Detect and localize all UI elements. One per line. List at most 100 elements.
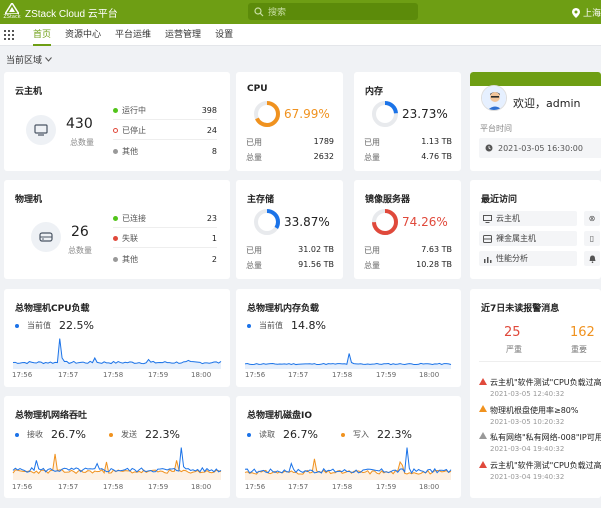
host-stat-connected[interactable]: 已连接 23 xyxy=(113,210,217,228)
status-dot xyxy=(113,216,118,221)
x-tick: 18:00 xyxy=(419,371,440,379)
memory-card-title: 内存 xyxy=(365,87,384,97)
memory-load-series-area xyxy=(245,353,451,369)
vm-stat-other[interactable]: 其他 8 xyxy=(113,142,217,160)
x-tick: 17:56 xyxy=(245,483,266,491)
alert-triangle-icon xyxy=(479,461,487,468)
avatar[interactable] xyxy=(481,85,507,111)
host-stat-disconnected[interactable]: 失联 1 xyxy=(113,230,217,248)
welcome-card: 欢迎，admin 平台时间 2021-03-05 16:30:00 xyxy=(470,72,601,171)
divider xyxy=(479,361,601,362)
alert-triangle-icon xyxy=(479,432,487,439)
memory-load-legend: 当前值 14.8% xyxy=(247,319,326,332)
network-throughput-card[interactable]: 总物理机网络吞吐 接收 26.7% 发送 22.3% 17:56 17:57 1… xyxy=(4,396,230,498)
recent-item-baremetal[interactable]: 裸金属主机 xyxy=(479,231,577,246)
x-tick: 17:59 xyxy=(148,371,169,379)
vm-total: 430 xyxy=(66,116,93,132)
network-receive-series xyxy=(12,447,222,473)
status-dot xyxy=(113,128,118,133)
x-tick: 17:58 xyxy=(332,483,353,491)
x-tick: 17:56 xyxy=(12,483,33,491)
x-tick: 17:57 xyxy=(58,371,79,379)
vm-stat-stopped[interactable]: 已停止 24 xyxy=(113,122,217,140)
network-legend-receive: 接收 26.7% xyxy=(15,428,86,441)
image-used-row: 已用 7.63 TB xyxy=(364,245,452,255)
cpu-load-series xyxy=(12,338,222,365)
status-dot xyxy=(113,148,118,154)
image-server-card[interactable]: 镜像服务器 74.26% 已用 7.63 TB 总量 10.28 TB xyxy=(354,180,461,279)
apps-grid-icon[interactable] xyxy=(4,29,14,40)
nav-settings[interactable]: 设置 xyxy=(208,24,240,46)
cpu-load-card[interactable]: 总物理机CPU负载 当前值 22.5% 17:56 17:57 17:58 17… xyxy=(4,289,230,387)
x-tick: 17:57 xyxy=(288,483,309,491)
bar-chart-icon xyxy=(484,256,492,263)
x-tick: 17:57 xyxy=(288,371,309,379)
clock-icon xyxy=(485,144,493,152)
vm-card[interactable]: 云主机 430 总数量 运行中 398 已停止 24 其他 8 xyxy=(4,72,230,171)
welcome-banner xyxy=(470,72,601,86)
legend-dot xyxy=(341,432,345,437)
alert-item[interactable]: 物理机根盘使用率≥80% 2021-03-05 10:20:32 xyxy=(490,405,601,426)
welcome-greeting: 欢迎，admin xyxy=(513,97,581,110)
legend-dot xyxy=(247,432,251,437)
x-tick: 17:59 xyxy=(376,371,397,379)
recent-item-perf[interactable]: 性能分析 xyxy=(479,251,577,266)
disk-write-series-area xyxy=(245,458,451,480)
zstack-logo[interactable]: ZStack xyxy=(3,3,21,21)
nav-platform-ops[interactable]: 平台运维 xyxy=(108,24,158,46)
disk-io-card[interactable]: 总物理机磁盘IO 读取 26.7% 写入 22.3% 17:56 17:57 1… xyxy=(236,396,461,498)
disk-legend-write: 写入 22.3% xyxy=(341,428,412,441)
region-label: 当前区域 xyxy=(6,56,43,66)
recent-item-vm[interactable]: 云主机 xyxy=(479,211,577,226)
x-tick: 17:58 xyxy=(332,371,353,379)
search-icon xyxy=(254,6,264,16)
host-card[interactable]: 物理机 26 总数量 已连接 23 失联 1 其他 2 xyxy=(4,180,230,279)
cpu-load-legend: 当前值 22.5% xyxy=(15,319,94,332)
cpu-total-row: 总量 2632 xyxy=(246,152,334,162)
legend-dot xyxy=(15,323,19,328)
logo-text: ZStack xyxy=(3,14,21,20)
location-label: 上海 xyxy=(582,9,601,19)
cpu-used-row: 已用 1789 xyxy=(246,137,334,147)
primary-storage-card[interactable]: 主存储 33.87% 已用 31.02 TB 总量 91.56 TB xyxy=(236,180,343,279)
alert-item[interactable]: 云主机"软件测试"CPU负载过高 2021-03-04 19:40:32 xyxy=(490,460,601,481)
cpu-load-line-chart xyxy=(12,338,222,369)
image-percent: 74.26% xyxy=(402,215,448,229)
alert-item[interactable]: 云主机"软件测试"CPU负载过高 2021-03-05 12:40:32 xyxy=(490,377,601,398)
disk-legend-read: 读取 26.7% xyxy=(247,428,318,441)
network-line-chart xyxy=(12,447,222,480)
x-tick: 17:57 xyxy=(58,483,79,491)
nav-resource-center[interactable]: 资源中心 xyxy=(58,24,108,46)
region-selector[interactable]: 当前区域 xyxy=(6,53,52,66)
server-icon xyxy=(483,234,492,243)
severe-label: 严重 xyxy=(506,345,522,354)
vm-stat-running[interactable]: 运行中 398 xyxy=(113,102,217,120)
storage-ring-gauge xyxy=(254,209,280,235)
memory-load-card[interactable]: 总物理机内存负载 当前值 14.8% 17:56 17:57 17:58 17:… xyxy=(236,289,461,387)
host-stat-other[interactable]: 其他 2 xyxy=(113,250,217,268)
bell-icon[interactable] xyxy=(584,251,600,266)
disk-io-line-chart xyxy=(244,447,452,480)
important-count[interactable]: 162 xyxy=(570,325,595,340)
monitor-icon xyxy=(26,115,56,145)
location-selector[interactable]: 上海 xyxy=(571,6,601,19)
image-ring-gauge xyxy=(372,209,398,235)
main-nav: 首页 资源中心 平台运维 运营管理 设置 xyxy=(0,24,601,46)
severe-count[interactable]: 25 xyxy=(504,325,521,340)
host-card-title: 物理机 xyxy=(15,195,43,205)
cpu-load-title: 总物理机CPU负载 xyxy=(15,304,90,314)
search-input[interactable]: 搜索 xyxy=(248,3,418,20)
close-circle-icon[interactable]: ⊗ xyxy=(584,211,600,226)
cpu-ring-gauge xyxy=(254,101,280,127)
vm-total-label: 总数量 xyxy=(70,138,94,147)
nav-operations-mgmt[interactable]: 运营管理 xyxy=(158,24,208,46)
memory-card[interactable]: 内存 23.73% 已用 1.13 TB 总量 4.76 TB xyxy=(354,72,461,171)
disk-read-series xyxy=(244,447,452,475)
cpu-card[interactable]: CPU 67.99% 已用 1789 总量 2632 xyxy=(236,72,343,171)
logo-mark-icon xyxy=(5,3,19,14)
clipboard-icon[interactable]: ▯ xyxy=(584,231,600,246)
alert-item[interactable]: 私有网络"私有网络-008"IP可用 2021-03-04 19:40:32 xyxy=(490,432,601,453)
host-total-label: 总数量 xyxy=(68,246,92,255)
x-tick: 17:59 xyxy=(376,483,397,491)
nav-home[interactable]: 首页 xyxy=(26,24,58,46)
